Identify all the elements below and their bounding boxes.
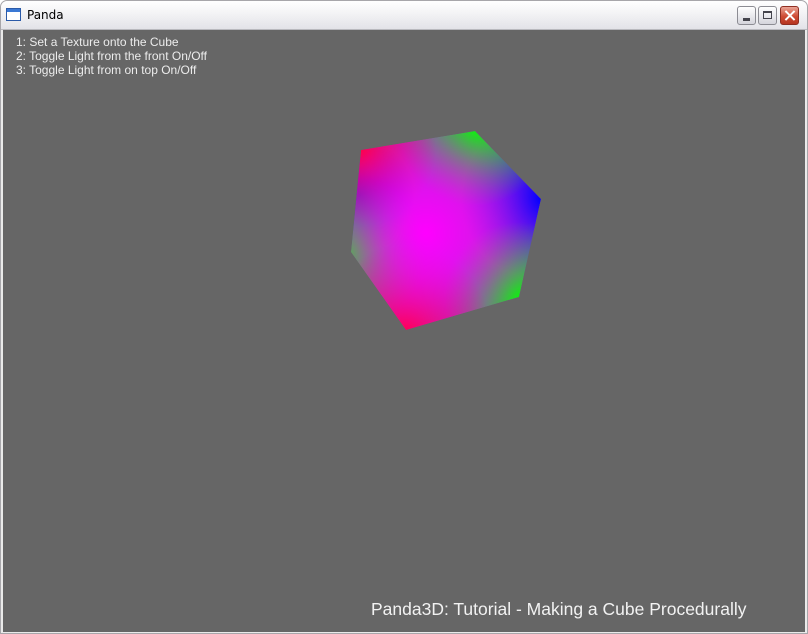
minimize-button[interactable] xyxy=(737,6,756,25)
window-title: Panda xyxy=(27,8,64,22)
close-button[interactable] xyxy=(780,6,799,25)
maximize-button[interactable] xyxy=(758,6,777,25)
app-window-icon[interactable] xyxy=(6,8,21,21)
app-window: Panda 1: Set a Texture onto the Cube 2: … xyxy=(0,0,808,634)
title-bar[interactable]: Panda xyxy=(1,1,807,30)
cube-faces xyxy=(351,131,541,330)
tutorial-title: Panda3D: Tutorial - Making a Cube Proced… xyxy=(371,599,747,619)
render-viewport[interactable]: 1: Set a Texture onto the Cube 2: Toggle… xyxy=(3,30,805,632)
cube-render xyxy=(351,131,541,330)
